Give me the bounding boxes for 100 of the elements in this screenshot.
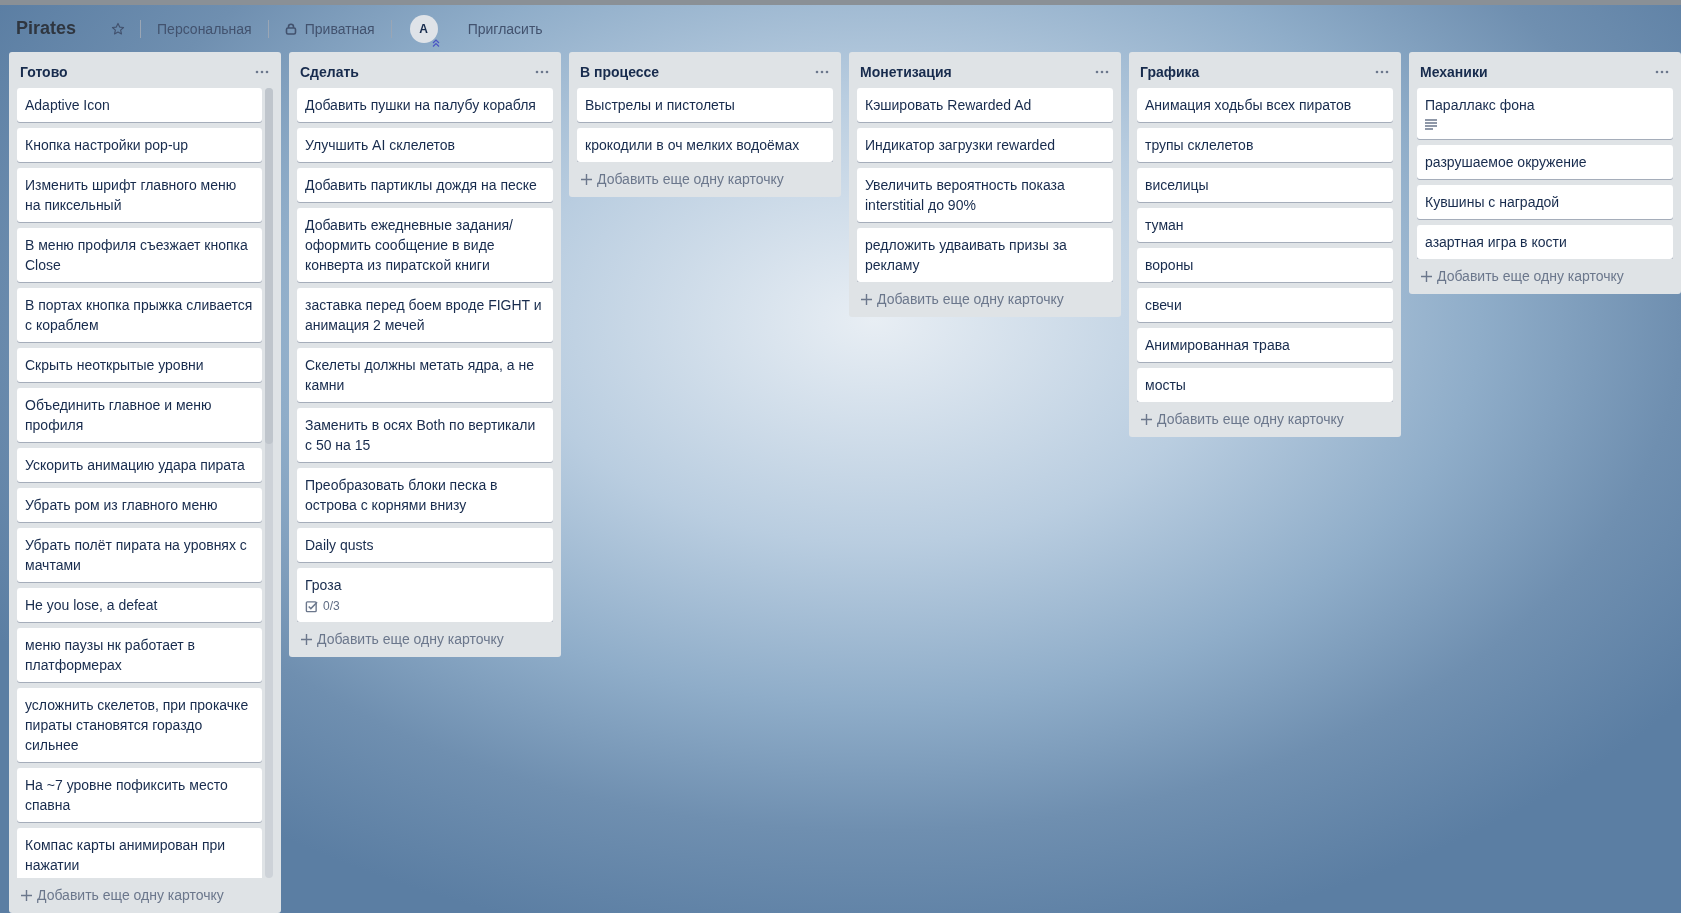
card-title: На ~7 уровне пофиксить место спавна	[25, 776, 229, 815]
card-title: редложить удваивать призы за рекламу	[865, 236, 1068, 275]
task-card[interactable]: В меню профиля съезжает кнопка Close	[17, 228, 262, 282]
card-title: Кувшины с наградой	[1425, 193, 1561, 212]
task-card[interactable]: Кувшины с наградой	[1417, 185, 1673, 219]
add-card-button[interactable]: Добавить еще одну карточку	[9, 878, 281, 913]
task-card[interactable]: Убрать полёт пирата на уровнях с мачтами	[17, 528, 262, 582]
card-title: Преобразовать блоки песка в острова с корнями внизу	[305, 476, 499, 515]
add-card-button[interactable]: Добавить еще одну карточку	[849, 282, 1121, 317]
task-card[interactable]: Добавить партиклы дождя на песке	[297, 168, 553, 202]
task-card[interactable]: Скелеты должны метать ядра, а не камни	[297, 348, 553, 402]
card-title: Добавить пушки на палубу корабля	[305, 96, 537, 115]
list-title[interactable]: Монетизация	[860, 64, 952, 80]
plus-icon	[301, 633, 312, 645]
task-card[interactable]: Выстрелы и пистолеты	[577, 88, 833, 122]
card-title: Скелеты должны метать ядра, а не камни	[305, 356, 535, 395]
plus-icon	[581, 173, 592, 185]
checklist-icon	[305, 599, 318, 613]
more-icon[interactable]	[815, 70, 829, 74]
task-card[interactable]: Кэшировать Rewarded Ad	[857, 88, 1113, 122]
card-title: Заменить в осях Both по вертикали с 50 на 15	[305, 416, 537, 455]
lock-icon	[284, 22, 297, 35]
card-title: Анимированная трава	[1145, 336, 1291, 355]
card-title: заставка перед боем вроде FIGHT и анимация 2 мечей	[305, 296, 543, 335]
task-card[interactable]: Добавить пушки на палубу корабля	[297, 88, 553, 122]
task-card[interactable]: Увеличить вероятность показа interstitial до 90%	[857, 168, 1113, 222]
scrollbar[interactable]	[265, 88, 273, 878]
add-card-button[interactable]: Добавить еще одну карточку	[1409, 259, 1681, 294]
task-card[interactable]: Улучшить AI склелетов	[297, 128, 553, 162]
task-card[interactable]: свечи	[1137, 288, 1393, 322]
list-title[interactable]: В процессе	[580, 64, 660, 80]
card-title: В портах кнопка прыжка сливается с кораблем	[25, 296, 254, 335]
card-title: Улучшить AI склелетов	[305, 136, 456, 155]
task-card[interactable]: Daily qusts	[297, 528, 553, 562]
more-icon[interactable]	[1095, 70, 1109, 74]
card-title: Добавить партиклы дождя на песке	[305, 176, 538, 195]
more-icon[interactable]	[255, 70, 269, 74]
card-title: Убрать ром из главного меню	[25, 496, 219, 515]
card-title: усложнить скелетов, при прокачке пираты становятся гораздо сильнее	[25, 696, 250, 755]
card-title: виселицы	[1145, 176, 1210, 195]
list-title[interactable]: Сделать	[300, 64, 359, 80]
star-icon	[111, 21, 126, 36]
task-card[interactable]: В портах кнопка прыжка сливается с кораблем	[17, 288, 262, 342]
task-card[interactable]: мосты	[1137, 368, 1393, 402]
task-card[interactable]: He you lose, a defeat	[17, 588, 262, 622]
task-card[interactable]: Изменить шрифт главного меню на пиксельный	[17, 168, 262, 222]
task-card[interactable]: Ускорить анимацию удара пирата	[17, 448, 262, 482]
card-title: мосты	[1145, 376, 1187, 395]
list-title[interactable]: Готово	[20, 64, 68, 80]
task-card[interactable]: Объединить главное и меню профиля	[17, 388, 262, 442]
card-title: В меню профиля съезжает кнопка Close	[25, 236, 249, 275]
invite-button[interactable]: Пригласить	[459, 14, 551, 43]
more-icon[interactable]	[535, 70, 549, 74]
card-title: Adaptive Icon	[25, 96, 111, 115]
task-card[interactable]: трупы склелетов	[1137, 128, 1393, 162]
add-card-button[interactable]: Добавить еще одну карточку	[1129, 402, 1401, 437]
task-card[interactable]: меню паузы нк работает в платформерах	[17, 628, 262, 682]
member-avatar[interactable]: A	[409, 14, 438, 43]
chevron-up-icon	[431, 38, 440, 47]
task-card[interactable]: Скрыть неоткрытые уровни	[17, 348, 262, 382]
card-title: Добавить ежедневные задания/ оформить сообщение в виде конверта из пиратской книги	[305, 216, 514, 275]
task-card[interactable]: Индикатор загрузки rewarded	[857, 128, 1113, 162]
task-card[interactable]: редложить удваивать призы за рекламу	[857, 228, 1113, 282]
task-card[interactable]: туман	[1137, 208, 1393, 242]
task-card[interactable]: Анимированная трава	[1137, 328, 1393, 362]
task-card[interactable]: Добавить ежедневные задания/ оформить сообщение в виде конверта из пиратской книги	[297, 208, 553, 282]
task-card[interactable]: заставка перед боем вроде FIGHT и анимация 2 мечей	[297, 288, 553, 342]
card-title: Увеличить вероятность показа interstitial до 90%	[865, 176, 1066, 215]
task-card[interactable]: Преобразовать блоки песка в острова с корнями внизу	[297, 468, 553, 522]
task-card[interactable]: Параллакс фона	[1417, 88, 1673, 139]
task-card[interactable]: Заменить в осях Both по вертикали с 50 на 15	[297, 408, 553, 462]
card-title: Убрать полёт пирата на уровнях с мачтами	[25, 536, 248, 575]
card-title: вороны	[1145, 256, 1195, 275]
task-card[interactable]: Кнопка настройки pop-up	[17, 128, 262, 162]
task-card[interactable]: На ~7 уровне пофиксить место спавна	[17, 768, 262, 822]
card-title: Скрыть неоткрытые уровни	[25, 356, 205, 375]
add-card-button[interactable]: Добавить еще одну карточку	[569, 162, 841, 197]
task-card[interactable]: Анимация ходьбы всех пиратов	[1137, 88, 1393, 122]
task-card[interactable]: Гроза 0/3	[297, 568, 553, 622]
task-card[interactable]: азартная игра в кости	[1417, 225, 1673, 259]
task-card[interactable]: вороны	[1137, 248, 1393, 282]
card-title: Кнопка настройки pop-up	[25, 136, 190, 155]
task-card[interactable]: Убрать ром из главного меню	[17, 488, 262, 522]
task-card[interactable]: Компас карты анимирован при нажатии	[17, 828, 262, 878]
task-card[interactable]: крокодили в оч мелких водоёмах	[577, 128, 833, 162]
card-title: азартная игра в кости	[1425, 233, 1568, 252]
card-title: Анимация ходьбы всех пиратов	[1145, 96, 1353, 115]
list-title[interactable]: Механики	[1420, 64, 1488, 80]
card-title: Ускорить анимацию удара пирата	[25, 456, 246, 475]
list-title[interactable]: Графика	[1140, 64, 1200, 80]
task-card[interactable]: Adaptive Icon	[17, 88, 262, 122]
task-card[interactable]: разрушаемое окружение	[1417, 145, 1673, 179]
task-card[interactable]: усложнить скелетов, при прокачке пираты становятся гораздо сильнее	[17, 688, 262, 762]
card-title: He you lose, a defeat	[25, 596, 159, 615]
card-title: Параллакс фона	[1425, 96, 1536, 115]
more-icon[interactable]	[1375, 70, 1389, 74]
checklist-count: 0/3	[323, 599, 340, 613]
more-icon[interactable]	[1655, 70, 1669, 74]
add-card-button[interactable]: Добавить еще одну карточку	[289, 622, 561, 657]
task-card[interactable]: виселицы	[1137, 168, 1393, 202]
